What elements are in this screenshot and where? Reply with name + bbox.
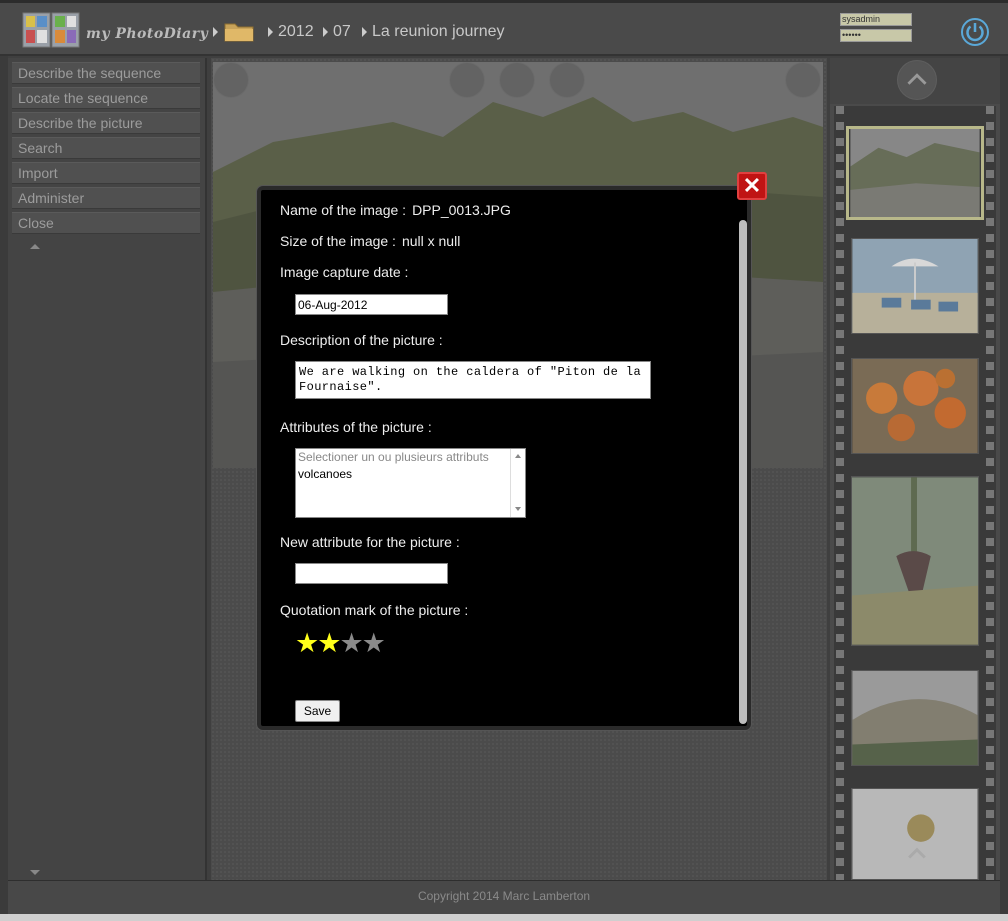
photo-album-icon: [22, 12, 80, 48]
thumbnail[interactable]: [851, 670, 979, 766]
window-bottom-bar: [0, 914, 1008, 921]
description-label: Description of the picture :: [280, 332, 443, 348]
new-attribute-label: New attribute for the picture :: [280, 534, 460, 550]
menu-describe-sequence[interactable]: Describe the sequence: [12, 62, 200, 84]
breadcrumb-arrow-icon: [323, 27, 328, 37]
menu-describe-picture[interactable]: Describe the picture: [12, 112, 200, 134]
thumbnail-strip: [830, 58, 1000, 880]
save-button[interactable]: Save: [295, 700, 340, 722]
star-filled-icon[interactable]: ★: [317, 630, 341, 657]
thumbnail[interactable]: [851, 788, 979, 880]
menu-administer[interactable]: Administer: [12, 187, 200, 209]
film-perforations: [986, 106, 994, 880]
star-filled-icon[interactable]: ★: [295, 630, 319, 657]
copyright-text: Copyright 2014 Marc Lamberton: [417, 889, 591, 903]
thumbnail[interactable]: [851, 358, 979, 454]
scroll-down-icon[interactable]: [30, 870, 40, 875]
thumbnail[interactable]: [851, 238, 979, 334]
picture-details-dialog: Name of the image : DPP_0013.JPG Size of …: [257, 186, 751, 730]
side-menu: Describe the sequence Locate the sequenc…: [8, 58, 207, 880]
new-attribute-input[interactable]: [295, 563, 448, 584]
password-field[interactable]: ••••••: [840, 29, 912, 42]
menu-close[interactable]: Close: [12, 212, 200, 234]
menu-search[interactable]: Search: [12, 137, 200, 159]
image-name-label: Name of the image :: [280, 202, 407, 218]
attributes-select[interactable]: Selectioner un ou plusieurs attributs vo…: [295, 448, 526, 518]
scroll-arrows-icon: [515, 454, 521, 511]
thumbnail-selected[interactable]: [846, 126, 984, 220]
breadcrumb-album[interactable]: La reunion journey: [372, 23, 505, 41]
attributes-label: Attributes of the picture :: [280, 419, 432, 435]
fullscreen-icon[interactable]: [785, 62, 821, 98]
scroll-up-icon[interactable]: [30, 244, 40, 249]
image-name-row: Name of the image : DPP_0013.JPG: [280, 202, 511, 218]
previous-icon[interactable]: [449, 62, 485, 98]
username-field[interactable]: sysadmin: [840, 13, 912, 26]
attribute-option[interactable]: volcanoes: [296, 466, 525, 483]
play-icon[interactable]: [499, 62, 535, 98]
breadcrumb-arrow-icon: [362, 27, 367, 37]
app-header: my PhotoDiary 2012 07 La reunion journey…: [0, 0, 1008, 56]
breadcrumb-arrow-icon: [268, 27, 273, 37]
login-form: sysadmin ••••••: [840, 13, 912, 45]
film-strip: [834, 106, 996, 880]
strip-header: [830, 58, 1000, 104]
menu-import[interactable]: Import: [12, 162, 200, 184]
image-size-label: Size of the image :: [280, 233, 396, 249]
folder-icon[interactable]: [224, 20, 254, 42]
close-viewer-icon[interactable]: [213, 62, 249, 98]
capture-date-input[interactable]: [295, 294, 448, 315]
star-rating[interactable]: ★ ★ ★ ★: [295, 630, 386, 657]
dialog-scrollbar[interactable]: [739, 220, 747, 724]
capture-date-label: Image capture date :: [280, 264, 409, 280]
description-textarea[interactable]: We are walking on the caldera of "Piton …: [295, 361, 651, 399]
film-perforations: [836, 106, 844, 880]
app-name: my PhotoDiary: [86, 26, 209, 42]
star-empty-icon[interactable]: ★: [339, 630, 363, 657]
image-name-value: DPP_0013.JPG: [412, 202, 511, 218]
rating-label: Quotation mark of the picture :: [280, 602, 469, 618]
thumbnail[interactable]: [851, 476, 979, 646]
chevron-up-icon[interactable]: [897, 60, 937, 100]
menu-locate-sequence[interactable]: Locate the sequence: [12, 87, 200, 109]
breadcrumb-month[interactable]: 07: [333, 23, 351, 41]
breadcrumb-arrow-icon: [213, 27, 218, 37]
breadcrumb-year[interactable]: 2012: [278, 23, 314, 41]
attributes-placeholder: Selectioner un ou plusieurs attributs: [298, 450, 489, 464]
image-size-value: null x null: [401, 233, 461, 249]
next-icon[interactable]: [549, 62, 585, 98]
window-left-edge: [0, 56, 8, 914]
close-dialog-button[interactable]: ✕: [737, 172, 767, 200]
attributes-scrollbar[interactable]: [510, 449, 525, 517]
power-icon[interactable]: [960, 17, 990, 47]
star-empty-icon[interactable]: ★: [362, 630, 386, 657]
app-logo[interactable]: my PhotoDiary: [22, 11, 208, 49]
image-size-row: Size of the image : null x null: [280, 233, 460, 249]
window-right-edge: [1000, 56, 1008, 914]
footer: Copyright 2014 Marc Lamberton: [8, 880, 1000, 914]
